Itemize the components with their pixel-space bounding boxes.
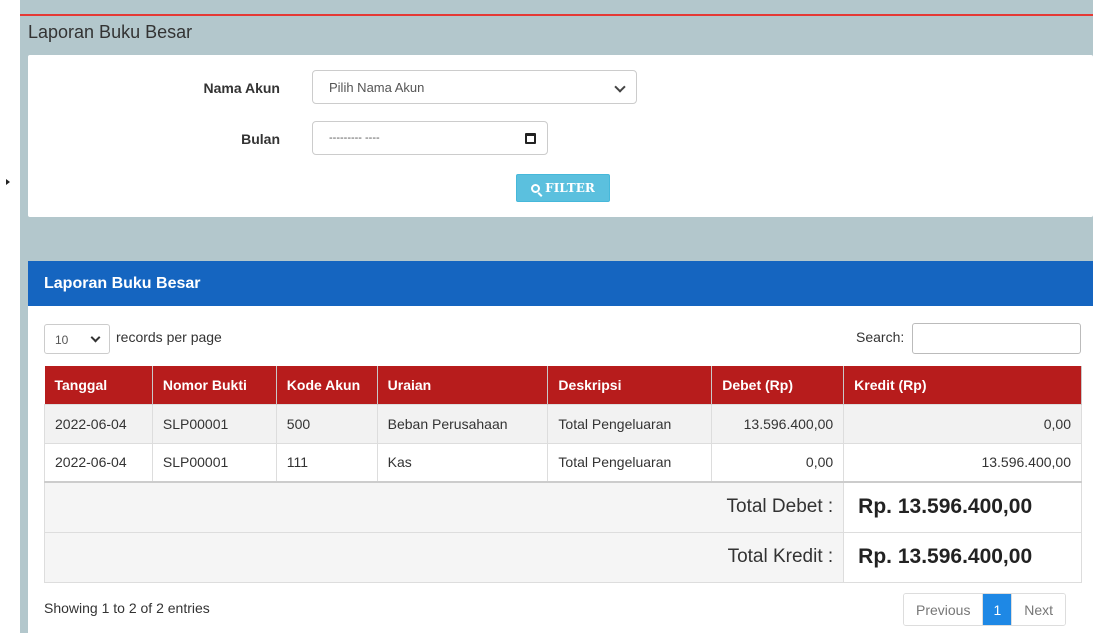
cell-kode-akun: 111 [275, 442, 378, 483]
filter-button[interactable]: FILTER [516, 174, 610, 202]
account-select[interactable]: Pilih Nama Akun [312, 70, 637, 104]
chevron-down-icon [614, 81, 626, 93]
cell-deskripsi: Total Pengeluaran [547, 403, 713, 444]
table-row: 2022-06-04 SLP00001 500 Beban Perusahaan… [44, 403, 1082, 444]
account-label: Nama Akun [203, 80, 280, 96]
table-info: Showing 1 to 2 of 2 entries [44, 600, 210, 616]
cell-debet: 13.596.400,00 [711, 403, 845, 444]
page-1-button[interactable]: 1 [983, 594, 1012, 625]
ledger-table: Tanggal Nomor Bukti Kode Akun Uraian Des… [43, 366, 1082, 583]
cell-debet: 0,00 [711, 442, 845, 483]
filter-button-label: FILTER [545, 181, 595, 195]
column-header-nomor-bukti[interactable]: Nomor Bukti [152, 366, 277, 404]
column-header-tanggal[interactable]: Tanggal [44, 366, 153, 404]
search-input[interactable] [912, 323, 1081, 354]
cell-uraian: Beban Perusahaan [376, 403, 549, 444]
cell-tanggal: 2022-06-04 [44, 442, 153, 483]
cell-kredit: 0,00 [843, 403, 1082, 444]
month-input[interactable]: --------- ---- [312, 121, 548, 155]
month-label: Bulan [241, 131, 280, 147]
search-icon [531, 183, 541, 193]
column-header-kredit[interactable]: Kredit (Rp) [843, 366, 1082, 404]
total-kredit-row: Total Kredit : Rp. 13.596.400,00 [43, 531, 1082, 583]
filter-panel: Nama Akun Pilih Nama Akun Bulan --------… [28, 55, 1093, 217]
total-kredit-value: Rp. 13.596.400,00 [843, 531, 1082, 583]
cell-nomor-bukti: SLP00001 [151, 403, 277, 444]
column-header-debet[interactable]: Debet (Rp) [711, 366, 845, 404]
total-debet-value: Rp. 13.596.400,00 [843, 481, 1082, 533]
total-debet-row: Total Debet : Rp. 13.596.400,00 [43, 481, 1082, 533]
column-header-deskripsi[interactable]: Deskripsi [547, 366, 713, 404]
page-title: Laporan Buku Besar [28, 22, 193, 42]
account-select-value: Pilih Nama Akun [329, 80, 425, 95]
month-input-value: --------- ---- [329, 132, 380, 144]
cell-tanggal: 2022-06-04 [44, 403, 153, 444]
report-title: Laporan Buku Besar [28, 261, 1093, 306]
sidebar-toggle-icon[interactable] [6, 179, 10, 185]
cell-uraian: Kas [376, 442, 549, 483]
table-header-row: Tanggal Nomor Bukti Kode Akun Uraian Des… [44, 366, 1082, 404]
report-panel: Laporan Buku Besar 10 records per page S… [28, 261, 1093, 633]
cell-nomor-bukti: SLP00001 [151, 442, 277, 483]
cell-kode-akun: 500 [275, 403, 378, 444]
cell-deskripsi: Total Pengeluaran [547, 442, 713, 483]
top-accent-line [20, 14, 1093, 16]
column-header-kode-akun[interactable]: Kode Akun [276, 366, 378, 404]
calendar-icon[interactable] [525, 133, 536, 144]
total-kredit-label: Total Kredit : [43, 531, 845, 583]
previous-page-button[interactable]: Previous [904, 594, 984, 625]
search-label: Search: [856, 329, 905, 345]
page-length-label: records per page [116, 329, 222, 345]
left-edge [0, 0, 20, 633]
next-page-button[interactable]: Next [1011, 594, 1066, 625]
cell-kredit: 13.596.400,00 [843, 442, 1082, 483]
column-header-uraian[interactable]: Uraian [377, 366, 549, 404]
page-length-value: 10 [55, 333, 69, 347]
page-length-select[interactable]: 10 [44, 324, 110, 354]
chevron-down-icon [90, 332, 101, 343]
table-row: 2022-06-04 SLP00001 111 Kas Total Pengel… [44, 442, 1082, 483]
pagination: Previous 1 Next [903, 593, 1067, 626]
total-debet-label: Total Debet : [43, 481, 845, 533]
